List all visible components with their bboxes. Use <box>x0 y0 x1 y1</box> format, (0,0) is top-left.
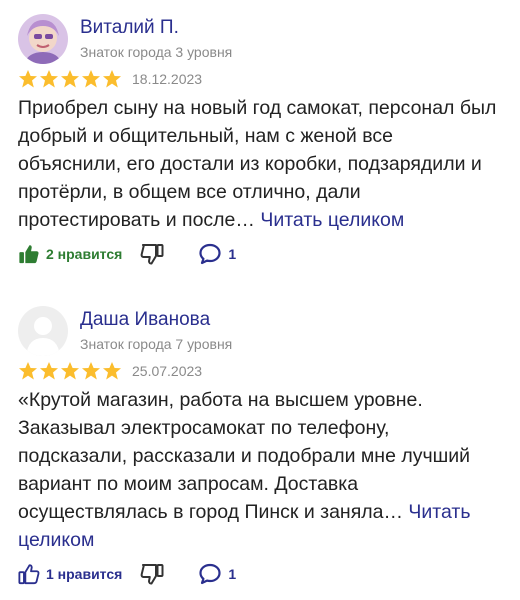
comments-count: 1 <box>228 246 237 262</box>
star-icon <box>82 70 100 88</box>
star-rating <box>18 69 122 89</box>
star-icon <box>40 70 58 88</box>
like-button[interactable]: 1 нравится <box>18 563 122 585</box>
author-name[interactable]: Виталий П. <box>80 16 232 40</box>
like-button[interactable]: 2 нравится <box>18 243 122 265</box>
review-actions: 2 нравится 1 <box>0 234 520 274</box>
comment-bubble-icon <box>199 563 221 585</box>
review-header: Даша Иванова Знаток города 7 уровня <box>0 292 520 358</box>
star-icon <box>61 362 79 380</box>
star-icon <box>19 70 37 88</box>
rating-row: 18.12.2023 <box>0 66 520 92</box>
rating-row: 25.07.2023 <box>0 358 520 384</box>
star-icon <box>103 70 121 88</box>
likes-count: 2 нравится <box>46 246 123 262</box>
read-more-link[interactable]: Читать целиком <box>260 209 404 231</box>
star-icon <box>19 362 37 380</box>
comments-count: 1 <box>228 566 237 582</box>
star-icon <box>82 362 100 380</box>
star-icon <box>61 70 79 88</box>
comments-button[interactable]: 1 <box>198 242 236 266</box>
review-card: Даша Иванова Знаток города 7 уровня 25.0… <box>0 292 520 594</box>
review-text: «Крутой магазин, работа на высшем уровне… <box>0 384 520 554</box>
review-text: Приобрел сыну на новый год самокат, перс… <box>0 92 520 234</box>
dislike-button[interactable] <box>140 242 164 266</box>
review-date: 18.12.2023 <box>132 71 203 87</box>
avatar[interactable] <box>18 306 68 356</box>
review-header: Виталий П. Знаток города 3 уровня <box>0 0 520 66</box>
comment-bubble-icon <box>199 243 221 265</box>
review-card: Виталий П. Знаток города 3 уровня 18.12.… <box>0 0 520 274</box>
review-actions: 1 нравится 1 <box>0 554 520 594</box>
thumbs-down-icon <box>140 244 164 265</box>
author-info: Даша Иванова Знаток города 7 уровня <box>80 306 232 354</box>
review-date: 25.07.2023 <box>132 363 203 379</box>
thumbs-up-icon <box>19 245 39 264</box>
author-info: Виталий П. Знаток города 3 уровня <box>80 14 232 62</box>
star-icon <box>103 362 121 380</box>
comments-button[interactable]: 1 <box>198 562 236 586</box>
star-icon <box>40 362 58 380</box>
author-level: Знаток города 3 уровня <box>80 44 233 60</box>
author-level: Знаток города 7 уровня <box>80 336 233 352</box>
review-body: Приобрел сыну на новый год самокат, перс… <box>18 97 497 231</box>
dislike-button[interactable] <box>140 562 164 586</box>
author-name[interactable]: Даша Иванова <box>80 308 232 332</box>
thumbs-up-icon <box>18 564 40 585</box>
avatar[interactable] <box>18 14 68 64</box>
star-rating <box>18 361 122 381</box>
review-body: «Крутой магазин, работа на высшем уровне… <box>18 389 471 523</box>
likes-count: 1 нравится <box>46 566 123 582</box>
thumbs-down-icon <box>140 564 164 585</box>
